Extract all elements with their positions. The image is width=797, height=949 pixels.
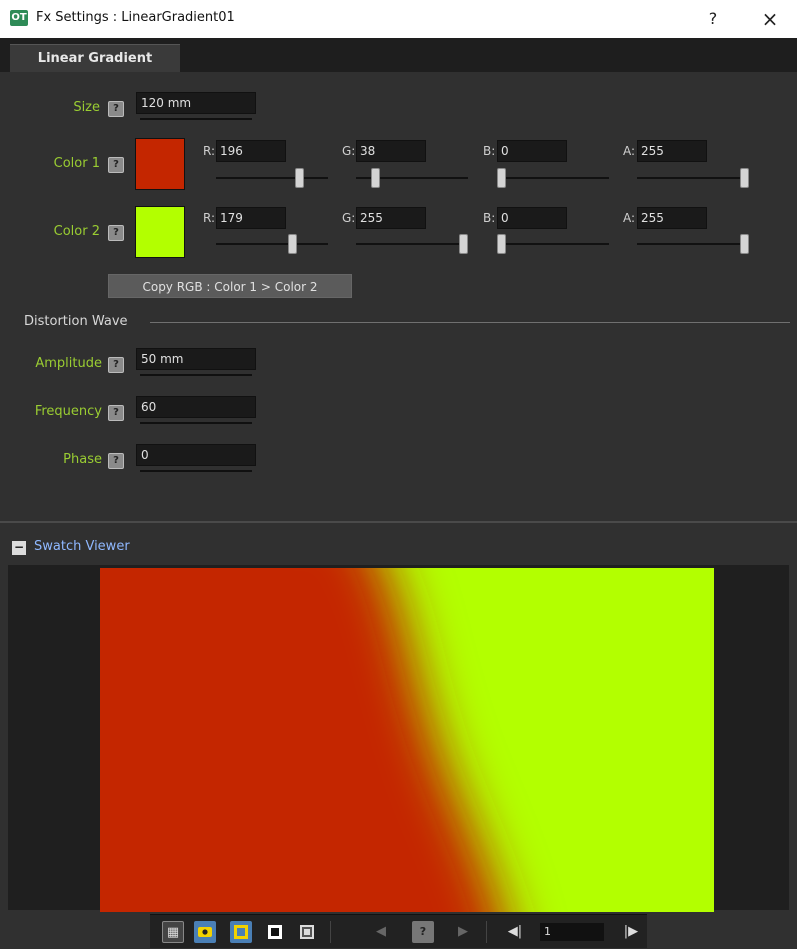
camera-stand-icon[interactable]	[230, 921, 252, 943]
color1-g-slider[interactable]	[371, 168, 381, 188]
frequency-slider[interactable]	[140, 422, 252, 424]
phase-slider[interactable]	[140, 470, 252, 472]
prev-key-icon[interactable]: ◀	[370, 921, 392, 943]
collapse-button[interactable]: −	[12, 541, 26, 555]
tab-linear-gradient[interactable]: Linear Gradient	[10, 44, 180, 72]
color1-r-slider[interactable]	[295, 168, 305, 188]
black-bg-icon[interactable]	[264, 921, 286, 943]
key-icon[interactable]: ?	[412, 921, 434, 943]
app-icon: OT	[10, 10, 28, 26]
color2-b-slider[interactable]	[497, 234, 506, 254]
color2-a-field[interactable]: 255	[637, 207, 707, 229]
swatch-viewer-header: − Swatch Viewer	[0, 535, 797, 561]
color1-r-field[interactable]: 196	[216, 140, 286, 162]
distortion-divider	[150, 322, 790, 323]
phase-label: Phase	[63, 452, 102, 467]
panel-divider[interactable]	[0, 521, 797, 523]
help-button[interactable]: ?	[700, 6, 726, 32]
color2-g-field[interactable]: 255	[356, 207, 426, 229]
color1-b-slider[interactable]	[497, 168, 506, 188]
close-button[interactable]: ×	[755, 6, 785, 32]
color2-swatch[interactable]	[135, 206, 185, 258]
color1-b-track	[497, 177, 609, 179]
amplitude-field[interactable]: 50 mm	[136, 348, 256, 370]
color2-key-icon[interactable]: ?	[108, 225, 124, 241]
color2-g-slider[interactable]	[459, 234, 468, 254]
color2-a-label: A:	[623, 211, 636, 225]
color1-r-label: R:	[203, 144, 216, 158]
color2-a-track	[637, 243, 749, 245]
color2-b-label: B:	[483, 211, 496, 225]
color1-label: Color 1	[53, 156, 100, 171]
color2-b-field[interactable]: 0	[497, 207, 567, 229]
color2-r-track	[216, 243, 328, 245]
amplitude-key-icon[interactable]: ?	[108, 357, 124, 373]
phase-field[interactable]: 0	[136, 444, 256, 466]
tab-bar: Linear Gradient	[0, 38, 797, 72]
settings-panel: Size ? 120 mm Color 1 ? R: 196 G: 38 B: …	[0, 72, 797, 522]
size-key-icon[interactable]: ?	[108, 101, 124, 117]
frequency-field[interactable]: 60	[136, 396, 256, 418]
color2-r-field[interactable]: 179	[216, 207, 286, 229]
color2-r-label: R:	[203, 211, 216, 225]
fx-settings-window: OT Fx Settings : LinearGradient01 ? × Li…	[0, 0, 797, 949]
color1-a-field[interactable]: 255	[637, 140, 707, 162]
gradient-preview[interactable]	[100, 568, 714, 912]
frame-field[interactable]: 1	[540, 923, 604, 941]
color2-g-label: G:	[342, 211, 356, 225]
amplitude-slider[interactable]	[140, 374, 252, 376]
checker-icon[interactable]: ▦	[162, 921, 184, 943]
color1-g-field[interactable]: 38	[356, 140, 426, 162]
white-bg-icon[interactable]	[296, 921, 318, 943]
color2-r-slider[interactable]	[288, 234, 298, 254]
window-title: Fx Settings : LinearGradient01	[36, 10, 235, 25]
toolbar-separator	[330, 921, 331, 943]
color1-a-track	[637, 177, 749, 179]
amplitude-label: Amplitude	[35, 356, 102, 371]
viewer-toolbar: ▦ ◀ ? ▶ ◀| 1 |▶	[150, 914, 647, 948]
frequency-label: Frequency	[34, 404, 102, 419]
color2-a-slider[interactable]	[740, 234, 749, 254]
toolbar-separator	[486, 921, 487, 943]
phase-key-icon[interactable]: ?	[108, 453, 124, 469]
color2-b-track	[497, 243, 609, 245]
color2-label: Color 2	[53, 224, 100, 239]
copy-rgb-button[interactable]: Copy RGB : Color 1 > Color 2	[108, 274, 352, 298]
title-bar: OT Fx Settings : LinearGradient01 ? ×	[0, 0, 797, 38]
size-field[interactable]: 120 mm	[136, 92, 256, 114]
next-frame-icon[interactable]: |▶	[620, 921, 642, 943]
color1-a-label: A:	[623, 144, 636, 158]
prev-frame-icon[interactable]: ◀|	[504, 921, 526, 943]
color1-swatch[interactable]	[135, 138, 185, 190]
color1-key-icon[interactable]: ?	[108, 157, 124, 173]
color1-r-track	[216, 177, 328, 179]
color1-g-label: G:	[342, 144, 356, 158]
distortion-wave-heading: Distortion Wave	[24, 314, 128, 329]
color1-b-label: B:	[483, 144, 496, 158]
color2-g-track	[356, 243, 468, 245]
swatch-viewer-title: Swatch Viewer	[34, 539, 130, 554]
color1-b-field[interactable]: 0	[497, 140, 567, 162]
color1-a-slider[interactable]	[740, 168, 749, 188]
size-label: Size	[73, 100, 100, 115]
frequency-key-icon[interactable]: ?	[108, 405, 124, 421]
next-key-icon[interactable]: ▶	[452, 921, 474, 943]
size-slider[interactable]	[140, 118, 252, 120]
preview-eye-icon[interactable]	[194, 921, 216, 943]
